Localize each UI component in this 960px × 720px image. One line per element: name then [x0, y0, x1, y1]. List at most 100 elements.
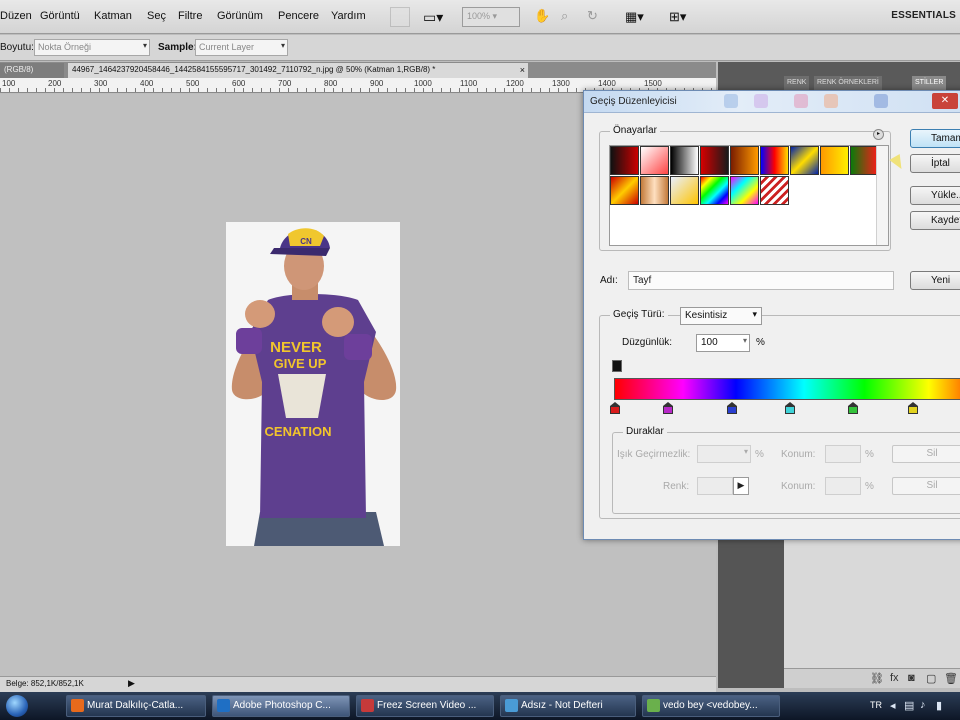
opacity-stop-marker[interactable] — [612, 360, 622, 372]
taskbar-item[interactable]: vedo bey <vedobey... — [642, 695, 780, 717]
dialog-title: Geçiş Düzenleyicisi — [590, 96, 677, 107]
screen-mode-icon[interactable]: ▭▾ — [422, 7, 454, 27]
panel-tab-color[interactable]: RENK — [784, 76, 810, 90]
taskbar-item-label: Adobe Photoshop C... — [233, 700, 331, 711]
dialog-titlebar[interactable]: Geçiş Düzenleyicisi ✕ — [584, 91, 960, 113]
color-menu-arrow-icon[interactable]: ▶ — [733, 477, 749, 495]
zoom-level-value: 100% — [467, 11, 491, 21]
panel-tab-swatches[interactable]: RENK ÖRNEKLERİ — [814, 76, 882, 90]
photoshop-icon — [217, 699, 230, 712]
preset-swatch[interactable] — [670, 176, 699, 205]
taskbar-item[interactable]: Freez Screen Video ... — [356, 695, 494, 717]
stops-group: Duraklar Işık Geçirmezlik: ▾ % Konum: % … — [612, 426, 960, 514]
ok-button[interactable]: Tamam — [910, 129, 960, 148]
arrange-documents-icon[interactable]: ▦▾ — [624, 7, 656, 27]
gradient-name-input[interactable] — [628, 271, 894, 290]
color-stop-marker[interactable] — [848, 402, 858, 414]
new-button[interactable]: Yeni — [910, 271, 960, 290]
status-menu-arrow-icon[interactable]: ▶ — [128, 678, 135, 689]
sample-size-value: Nokta Örneği — [38, 42, 92, 52]
sample-size-select[interactable]: Nokta Örneği ▾ — [34, 39, 150, 56]
gradient-type-label: Geçiş Türü: — [610, 309, 668, 320]
taskbar-item[interactable]: Adsız - Not Defteri — [500, 695, 636, 717]
network-icon[interactable]: ▤ — [904, 699, 914, 712]
document-tab-2[interactable]: 44967_1464237920458446_1442584155595717_… — [68, 63, 528, 78]
color-label: Renk: — [663, 481, 690, 492]
trash-icon[interactable]: 🗑 — [944, 672, 958, 685]
firefox-icon — [71, 699, 84, 712]
preset-swatch[interactable] — [820, 146, 849, 175]
smoothness-value: 100 — [701, 337, 718, 348]
language-indicator[interactable]: TR — [870, 700, 882, 710]
extras-icon[interactable]: ⊞▾ — [668, 7, 700, 27]
menu-bar: Düzen Görüntü Katman Seç Filtre Görünüm … — [0, 0, 960, 34]
preset-swatch[interactable] — [640, 176, 669, 205]
presets-scrollbar[interactable] — [876, 146, 888, 245]
preset-swatch[interactable] — [730, 146, 759, 175]
preset-swatch[interactable] — [760, 146, 789, 175]
preset-swatch[interactable] — [670, 146, 699, 175]
color-stop-marker[interactable] — [908, 402, 918, 414]
menu-window[interactable]: Pencere — [278, 10, 319, 22]
color-stop-marker[interactable] — [785, 402, 795, 414]
close-icon[interactable]: ✕ — [932, 93, 958, 109]
preset-swatch[interactable] — [790, 146, 819, 175]
chevron-down-icon[interactable]: ▾ — [743, 336, 747, 345]
preset-swatch[interactable] — [760, 176, 789, 205]
preset-swatch[interactable] — [700, 146, 729, 175]
workspace-switcher[interactable]: ESSENTIALS — [891, 10, 956, 21]
gradient-type-group: Geçiş Türü: Kesintisiz ▾ Düzgünlük: 100 … — [599, 307, 960, 519]
gradient-preview-bar[interactable] — [614, 378, 960, 400]
rotate-view-icon[interactable]: ↻ — [586, 7, 606, 27]
menu-help[interactable]: Yardım — [331, 10, 366, 22]
gradient-type-select[interactable]: Kesintisiz ▾ — [680, 307, 762, 325]
document-tab-1[interactable]: (RGB/8) — [0, 63, 64, 78]
color-stop-marker[interactable] — [727, 402, 737, 414]
close-icon[interactable]: × — [520, 63, 525, 77]
menu-layer[interactable]: Katman — [94, 10, 132, 22]
document-image[interactable]: NEVER GIVE UP CENATION CN — [226, 222, 400, 546]
mask-icon[interactable]: ◙ — [908, 672, 915, 684]
smoothness-input[interactable]: 100 ▾ — [696, 334, 750, 352]
taskbar-item-label: vedo bey <vedobey... — [663, 700, 758, 711]
color-stop-marker[interactable] — [663, 402, 673, 414]
tray-arrow-icon[interactable]: ◂ — [890, 699, 896, 712]
document-size-status: Belge: 852,1K/852,1K — [6, 679, 84, 688]
glass-reflection-icon — [754, 94, 768, 108]
menu-image[interactable]: Görüntü — [40, 10, 80, 22]
screen-recorder-icon — [361, 699, 374, 712]
zoom-level-select[interactable]: 100% ▾ — [462, 7, 520, 27]
panel-tab-styles[interactable]: STİLLER — [912, 76, 947, 90]
preset-swatch[interactable] — [730, 176, 759, 205]
ruler-label: 800 — [324, 79, 338, 88]
menu-view[interactable]: Görünüm — [217, 10, 263, 22]
color-stop-marker[interactable] — [610, 402, 620, 414]
preset-swatch[interactable] — [610, 176, 639, 205]
preset-swatch[interactable] — [640, 146, 669, 175]
save-button[interactable]: Kaydet... — [910, 211, 960, 230]
presets-menu-icon[interactable]: ▸ — [873, 129, 884, 140]
taskbar-item[interactable]: Adobe Photoshop C... — [212, 695, 350, 717]
fx-icon[interactable]: fx — [890, 672, 899, 684]
preset-swatch[interactable] — [850, 146, 879, 175]
battery-icon[interactable]: ▮ — [936, 699, 942, 712]
bridge-icon[interactable] — [390, 7, 410, 27]
menu-filter[interactable]: Filtre — [178, 10, 202, 22]
load-button[interactable]: Yükle... — [910, 186, 960, 205]
smoothness-label: Düzgünlük: — [622, 337, 673, 348]
menu-select[interactable]: Seç — [147, 10, 166, 22]
link-layers-icon[interactable]: ⛓ — [870, 672, 884, 685]
notepad-icon — [505, 699, 518, 712]
preset-swatch[interactable] — [610, 146, 639, 175]
zoom-icon[interactable]: ⌕ — [560, 7, 580, 27]
preset-swatch[interactable] — [700, 176, 729, 205]
taskbar-item[interactable]: Murat Dalkılıç-Catla... — [66, 695, 206, 717]
sample-select[interactable]: Current Layer ▾ — [195, 39, 288, 56]
new-layer-icon[interactable]: ▢ — [926, 672, 936, 685]
cancel-button[interactable]: İptal — [910, 154, 960, 173]
options-bar: Boyutu: Nokta Örneği ▾ Sample: Current La… — [0, 35, 960, 61]
hand-icon[interactable]: ✋ — [533, 7, 553, 27]
menu-edit[interactable]: Düzen — [0, 10, 32, 22]
start-button[interactable] — [6, 695, 28, 717]
volume-icon[interactable]: ♪ — [920, 699, 926, 711]
